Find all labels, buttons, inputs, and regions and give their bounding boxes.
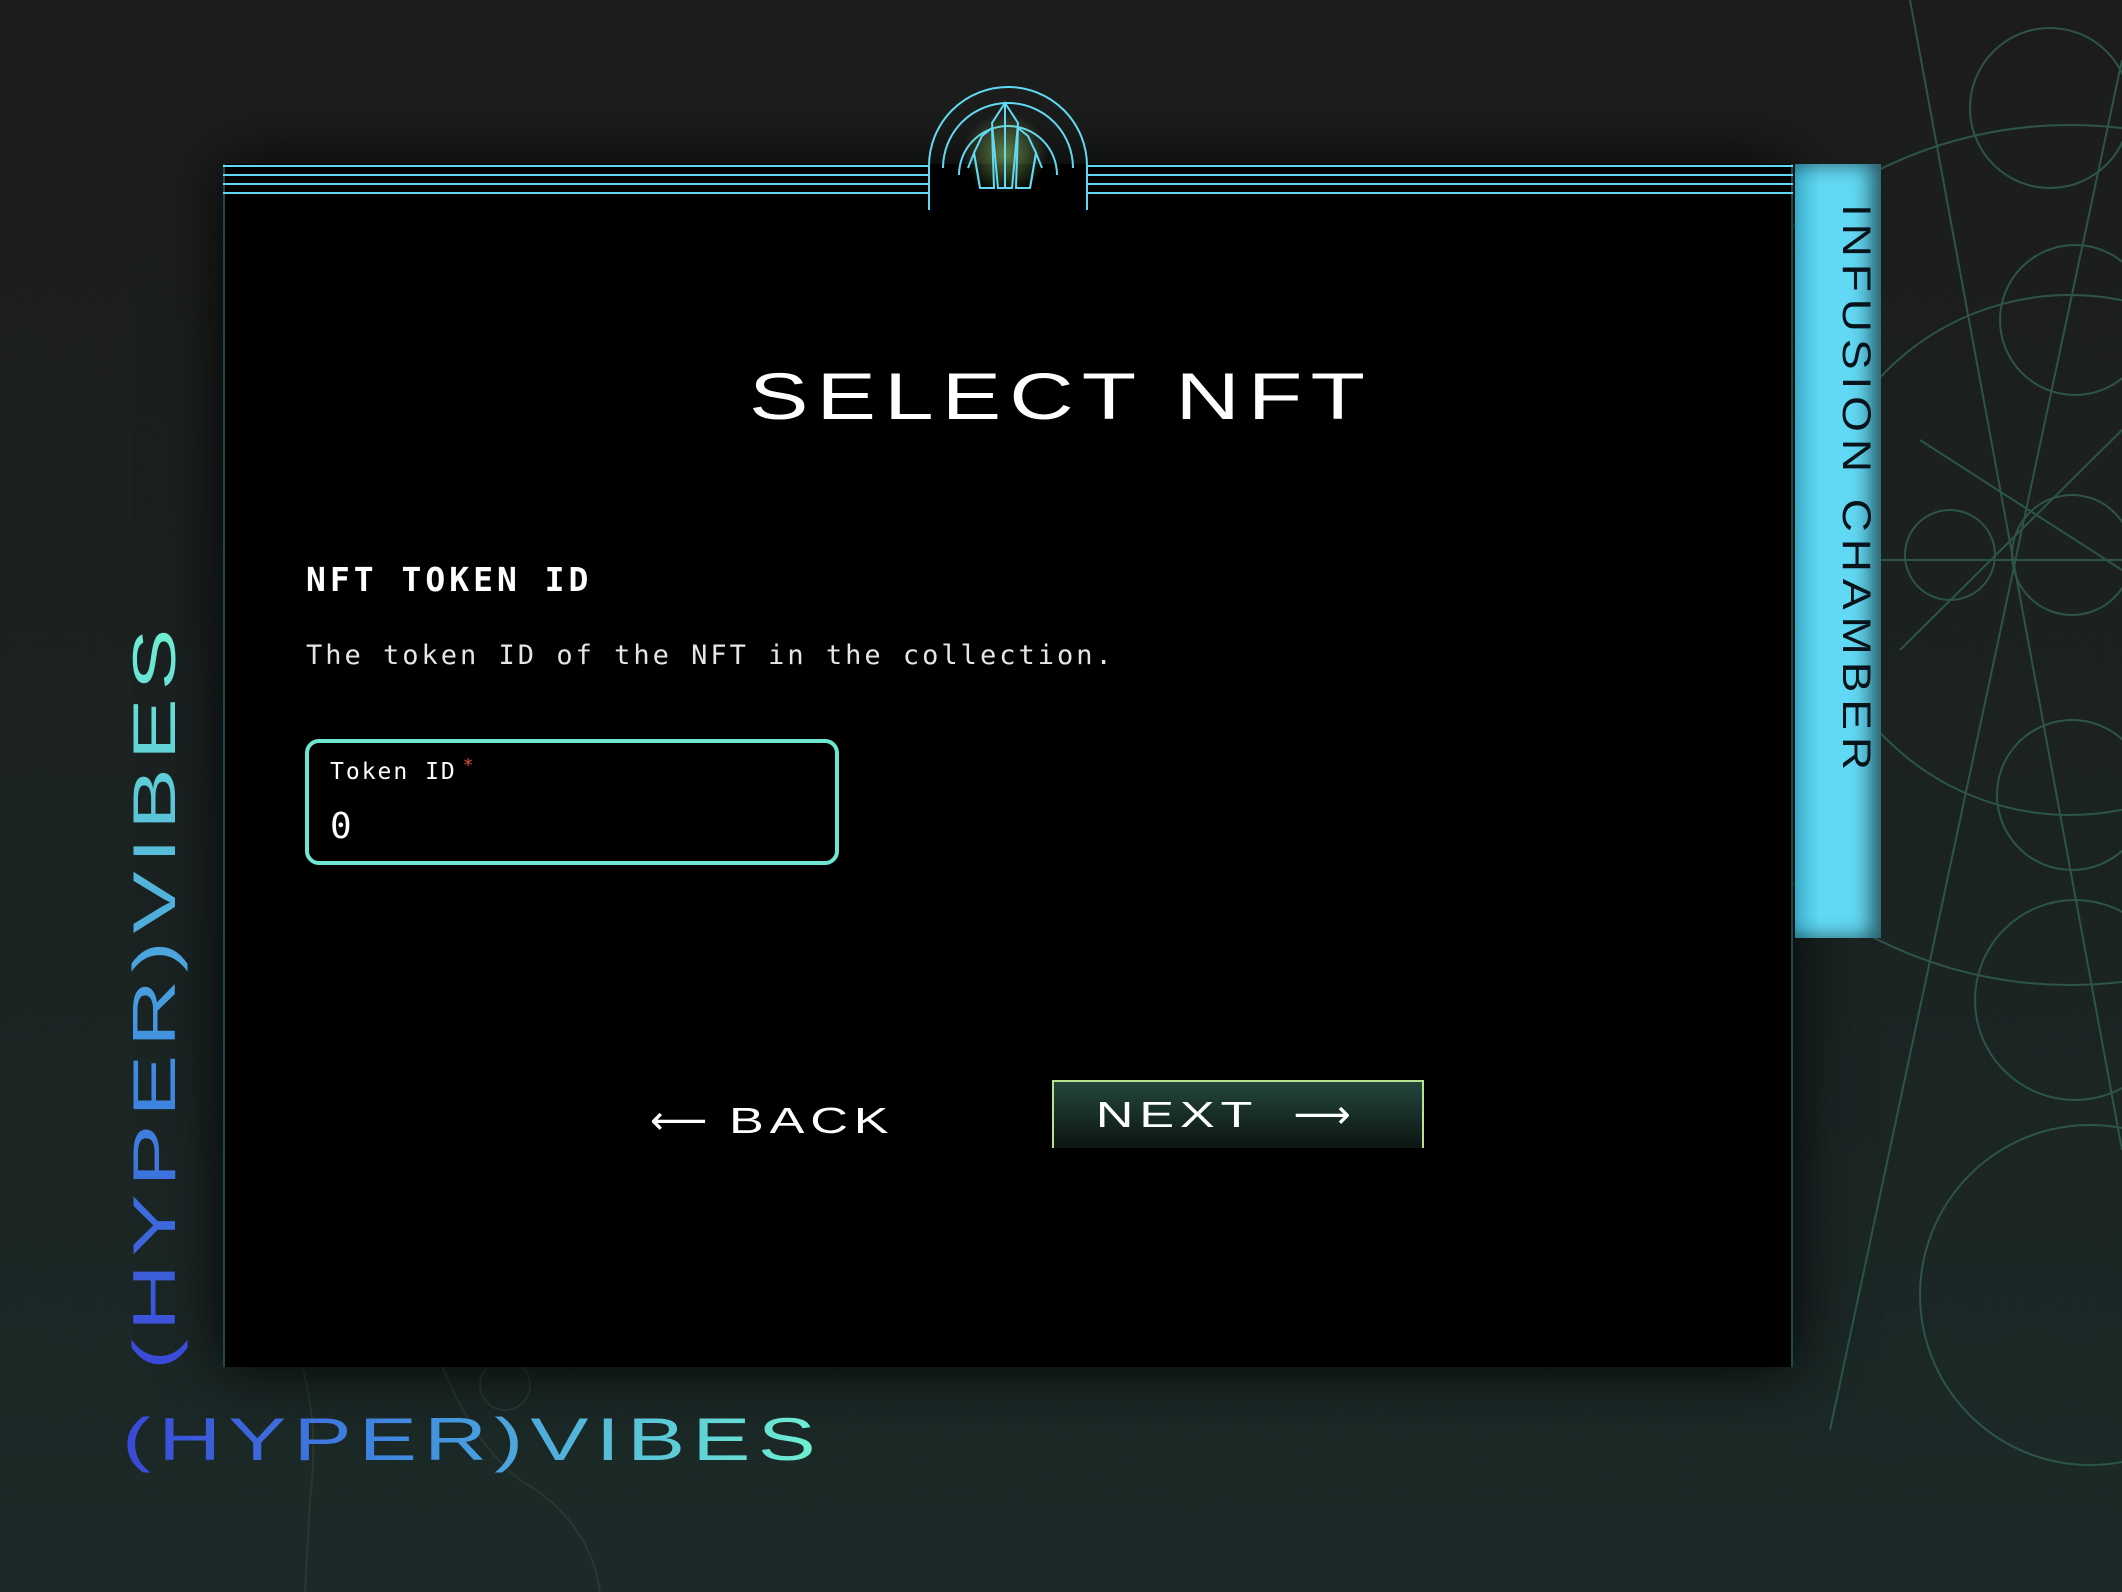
arrow-left-icon: ⟵ — [650, 1098, 712, 1144]
section-description: The token ID of the NFT in the collectio… — [306, 640, 1115, 671]
back-button-label: BACK — [729, 1100, 895, 1141]
required-mark: * — [462, 755, 476, 776]
next-button-label: NEXT — [1096, 1094, 1259, 1135]
token-id-field[interactable]: Token ID * — [305, 739, 839, 865]
side-tab-label: INFUSION CHAMBER — [1834, 204, 1878, 777]
token-id-input[interactable] — [330, 803, 810, 849]
arrow-right-icon: ⟶ — [1293, 1092, 1355, 1138]
section-heading: NFT TOKEN ID — [306, 560, 593, 599]
token-id-label-text: Token ID — [330, 759, 457, 785]
brand-logo-horizontal: (HYPER)VIBES — [122, 1406, 823, 1473]
side-tab: INFUSION CHAMBER — [1795, 164, 1881, 938]
crystal-icon — [963, 101, 1047, 192]
brand-logo-vertical: (HYPER)VIBES — [121, 620, 188, 1370]
token-id-label: Token ID * — [330, 755, 476, 785]
next-button[interactable]: NEXT ⟶ — [1052, 1080, 1424, 1148]
back-button[interactable]: ⟵ BACK — [650, 1095, 889, 1147]
